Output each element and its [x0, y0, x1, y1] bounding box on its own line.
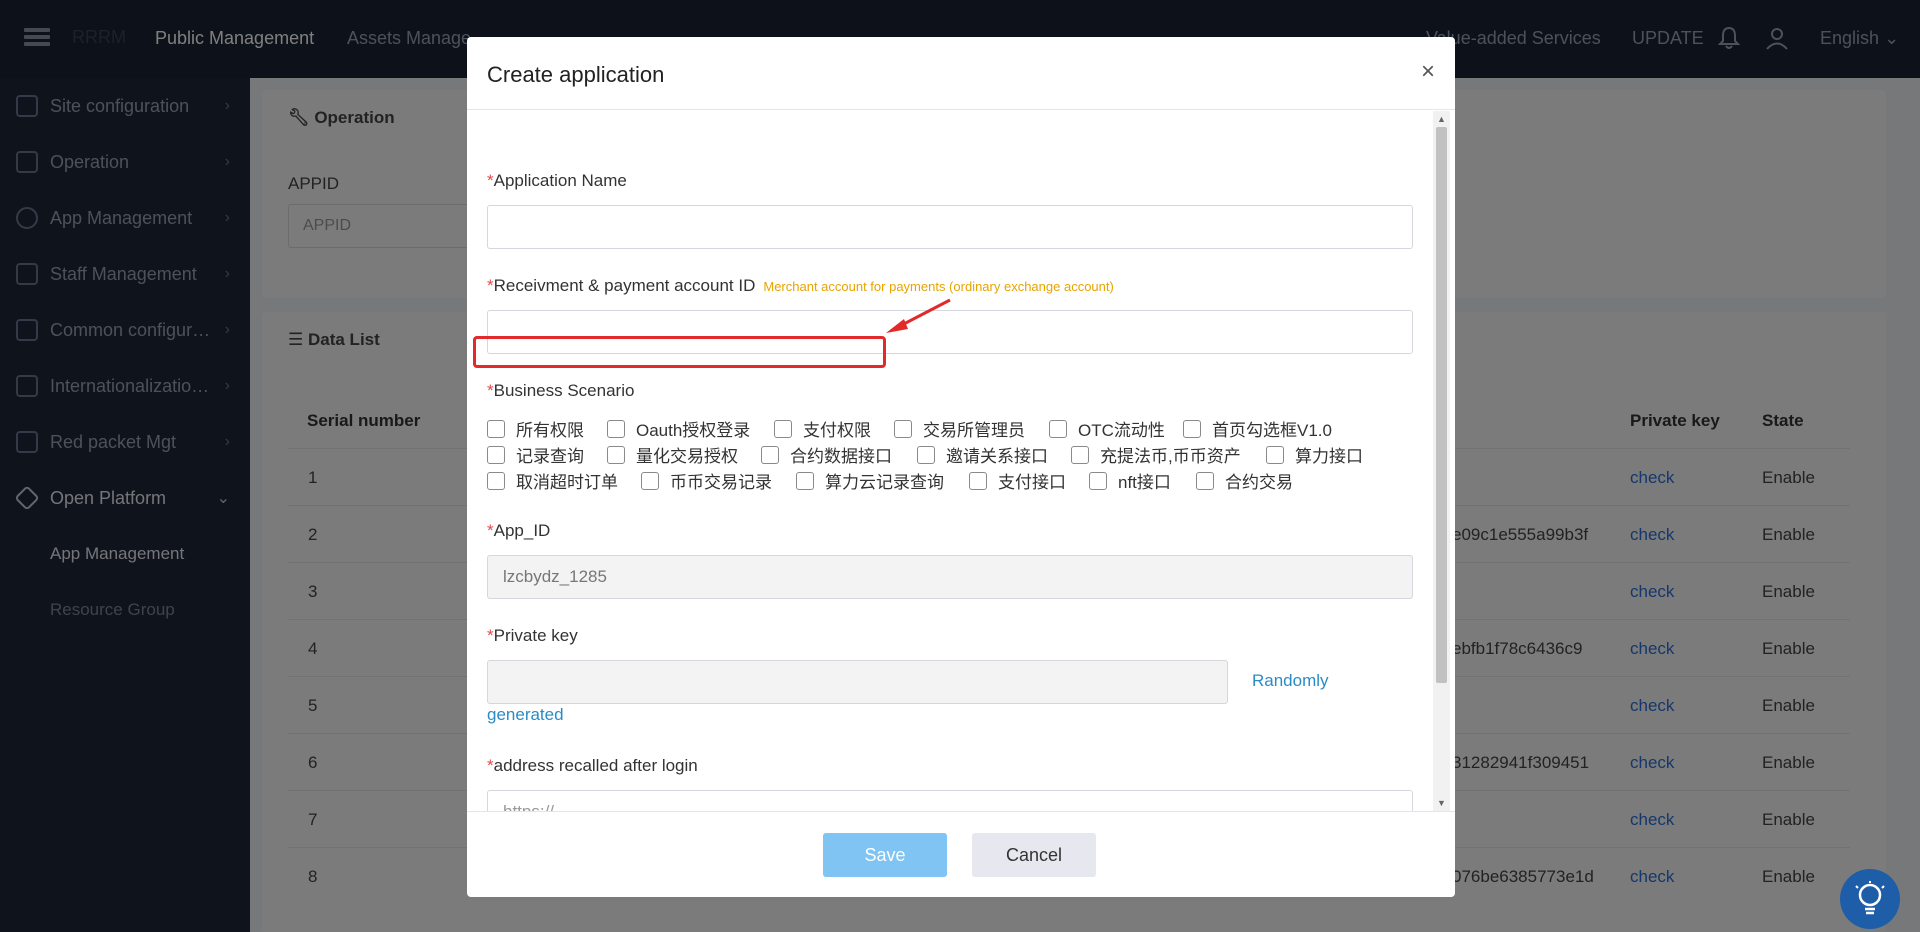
business-scenario-label: *Business Scenario — [487, 381, 634, 401]
checkbox-box[interactable] — [1266, 445, 1284, 464]
checkbox-box[interactable] — [1071, 445, 1089, 464]
label-text: Application Name — [493, 171, 627, 190]
checkbox-label: 支付接口 — [998, 473, 1066, 492]
checkbox-box[interactable] — [487, 445, 505, 464]
help-bubble-button[interactable] — [1840, 869, 1900, 929]
checkbox-scenario[interactable]: 所有权限 — [487, 416, 584, 441]
checkbox-box[interactable] — [1196, 471, 1214, 490]
app-name-input[interactable] — [487, 205, 1413, 249]
checkbox-label: 算力接口 — [1295, 447, 1363, 466]
save-button[interactable]: Save — [823, 833, 947, 877]
required-mark: * — [487, 276, 494, 295]
checkbox-scenario[interactable]: 算力接口 — [1266, 442, 1363, 467]
checkbox-label: 算力云记录查询 — [825, 473, 944, 492]
checkbox-label: 记录查询 — [516, 447, 584, 466]
checkbox-label: nft接口 — [1118, 473, 1171, 492]
checkbox-scenario[interactable]: nft接口 — [1089, 468, 1171, 493]
close-icon[interactable]: × — [1421, 58, 1435, 86]
checkbox-label: 支付权限 — [803, 421, 871, 440]
checkbox-scenario[interactable]: 算力云记录查询 — [796, 468, 944, 493]
checkbox-scenario[interactable]: Oauth授权登录 — [607, 416, 750, 441]
checkbox-label: 邀请关系接口 — [946, 447, 1048, 466]
checkbox-label: 合约数据接口 — [790, 447, 892, 466]
address-label: *address recalled after login — [487, 756, 698, 776]
label-text: address recalled after login — [493, 756, 698, 775]
checkbox-label: 合约交易 — [1225, 473, 1293, 492]
label-text: Business Scenario — [493, 381, 635, 400]
app-id-input — [487, 555, 1413, 599]
checkbox-label: Oauth授权登录 — [636, 421, 751, 440]
scroll-up-icon[interactable]: ▲ — [1437, 114, 1446, 124]
checkbox-box[interactable] — [796, 471, 814, 490]
modal-scrollbar[interactable]: ▲ ▼ — [1433, 111, 1450, 811]
randomly-generate-link-wrap[interactable]: generated — [487, 705, 564, 725]
required-mark: * — [487, 626, 494, 645]
required-mark: * — [487, 521, 494, 540]
checkbox-scenario[interactable]: 充提法币,币币资产 — [1071, 442, 1241, 467]
app-id-label: *App_ID — [487, 521, 550, 541]
randomly-generate-link[interactable]: Randomly — [1252, 671, 1329, 691]
modal-footer: Save Cancel — [467, 811, 1455, 897]
annotation-arrow-icon — [886, 298, 951, 333]
checkbox-box[interactable] — [1049, 419, 1067, 438]
modal-header: Create application × — [467, 37, 1455, 110]
scroll-thumb[interactable] — [1436, 127, 1447, 683]
checkbox-box[interactable] — [641, 471, 659, 490]
checkbox-label: 所有权限 — [516, 421, 584, 440]
checkbox-box[interactable] — [894, 419, 912, 438]
create-application-modal: Create application × *Application Name *… — [467, 37, 1455, 897]
checkbox-box[interactable] — [487, 471, 505, 490]
label-text: Receivment & payment account ID — [493, 276, 756, 295]
label-text: App_ID — [493, 521, 551, 540]
scroll-down-icon[interactable]: ▼ — [1437, 798, 1446, 808]
checkbox-box[interactable] — [774, 419, 792, 438]
checkbox-box[interactable] — [917, 445, 935, 464]
checkbox-scenario[interactable]: 首页勾选框V1.0 — [1183, 416, 1332, 441]
checkbox-scenario[interactable]: 支付接口 — [969, 468, 1066, 493]
checkbox-box[interactable] — [1183, 419, 1201, 438]
annotation-highlight-box — [473, 336, 886, 368]
app-name-label: *Application Name — [487, 171, 627, 191]
checkbox-label: 量化交易授权 — [636, 447, 738, 466]
checkbox-scenario[interactable]: 交易所管理员 — [894, 416, 1025, 441]
account-id-label: *Receivment & payment account ID Merchant… — [487, 276, 1114, 296]
checkbox-box[interactable] — [761, 445, 779, 464]
checkbox-box[interactable] — [969, 471, 987, 490]
checkbox-scenario[interactable]: 记录查询 — [487, 442, 584, 467]
checkbox-scenario[interactable]: 量化交易授权 — [607, 442, 738, 467]
checkbox-box[interactable] — [607, 445, 625, 464]
checkbox-box[interactable] — [487, 419, 505, 438]
checkbox-scenario[interactable]: 支付权限 — [774, 416, 871, 441]
required-mark: * — [487, 756, 494, 775]
checkbox-scenario[interactable]: 币币交易记录 — [641, 468, 772, 493]
lightbulb-icon — [1855, 881, 1885, 915]
checkbox-scenario[interactable]: OTC流动性 — [1049, 416, 1165, 441]
cancel-button[interactable]: Cancel — [972, 833, 1096, 877]
modal-title: Create application — [487, 62, 665, 87]
private-key-label: *Private key — [487, 626, 578, 646]
required-mark: * — [487, 171, 494, 190]
required-mark: * — [487, 381, 494, 400]
checkbox-label: 交易所管理员 — [923, 421, 1025, 440]
address-input[interactable] — [487, 790, 1413, 811]
checkbox-scenario[interactable]: 邀请关系接口 — [917, 442, 1048, 467]
checkbox-scenario[interactable]: 取消超时订单 — [487, 468, 618, 493]
checkbox-label: 币币交易记录 — [670, 473, 772, 492]
private-key-input — [487, 660, 1228, 704]
checkbox-scenario[interactable]: 合约交易 — [1196, 468, 1293, 493]
checkbox-box[interactable] — [1089, 471, 1107, 490]
checkbox-label: 充提法币,币币资产 — [1100, 447, 1241, 466]
checkbox-label: OTC流动性 — [1078, 421, 1165, 440]
checkbox-scenario[interactable]: 合约数据接口 — [761, 442, 892, 467]
checkbox-label: 取消超时订单 — [516, 473, 618, 492]
label-text: Private key — [493, 626, 578, 645]
modal-body: *Application Name *Receivment & payment … — [467, 111, 1455, 811]
checkbox-box[interactable] — [607, 419, 625, 438]
account-hint: Merchant account for payments (ordinary … — [763, 279, 1114, 294]
checkbox-label: 首页勾选框V1.0 — [1212, 421, 1332, 440]
